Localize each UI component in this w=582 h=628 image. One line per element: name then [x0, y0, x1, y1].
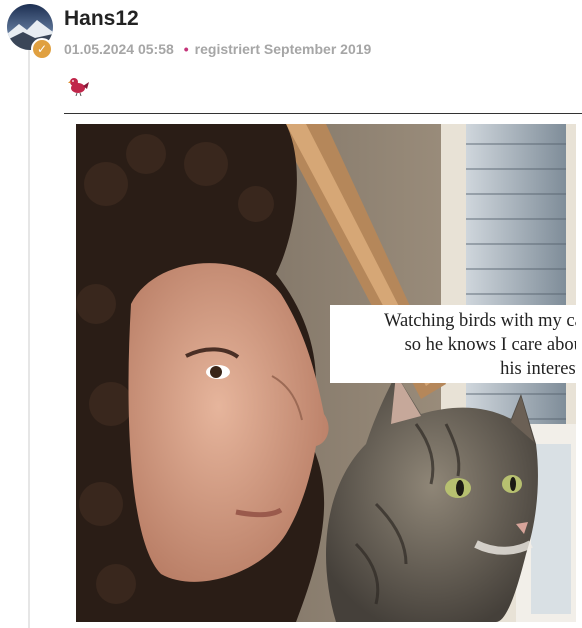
caption-line: so he knows I care about [404, 335, 576, 355]
verified-badge-icon: ✓ [31, 38, 53, 60]
registration-info: registriert September 2019 [194, 41, 372, 57]
content-divider [64, 113, 582, 114]
username[interactable]: Hans12 [64, 7, 139, 31]
meta-separator: • [183, 41, 189, 57]
caption-line: his interests [500, 359, 576, 379]
bird-icon[interactable] [68, 76, 90, 97]
caption-line: Watching birds with my cat [383, 311, 576, 331]
post-timestamp: 01.05.2024 05:58 [64, 41, 174, 57]
thread-line [28, 48, 30, 628]
meme-image[interactable]: Watching birds with my cat so he knows I… [76, 124, 576, 622]
meme-caption: Watching birds with my cat so he knows I… [330, 305, 576, 383]
post-meta: 01.05.2024 05:58 • registriert September 2… [64, 41, 371, 57]
